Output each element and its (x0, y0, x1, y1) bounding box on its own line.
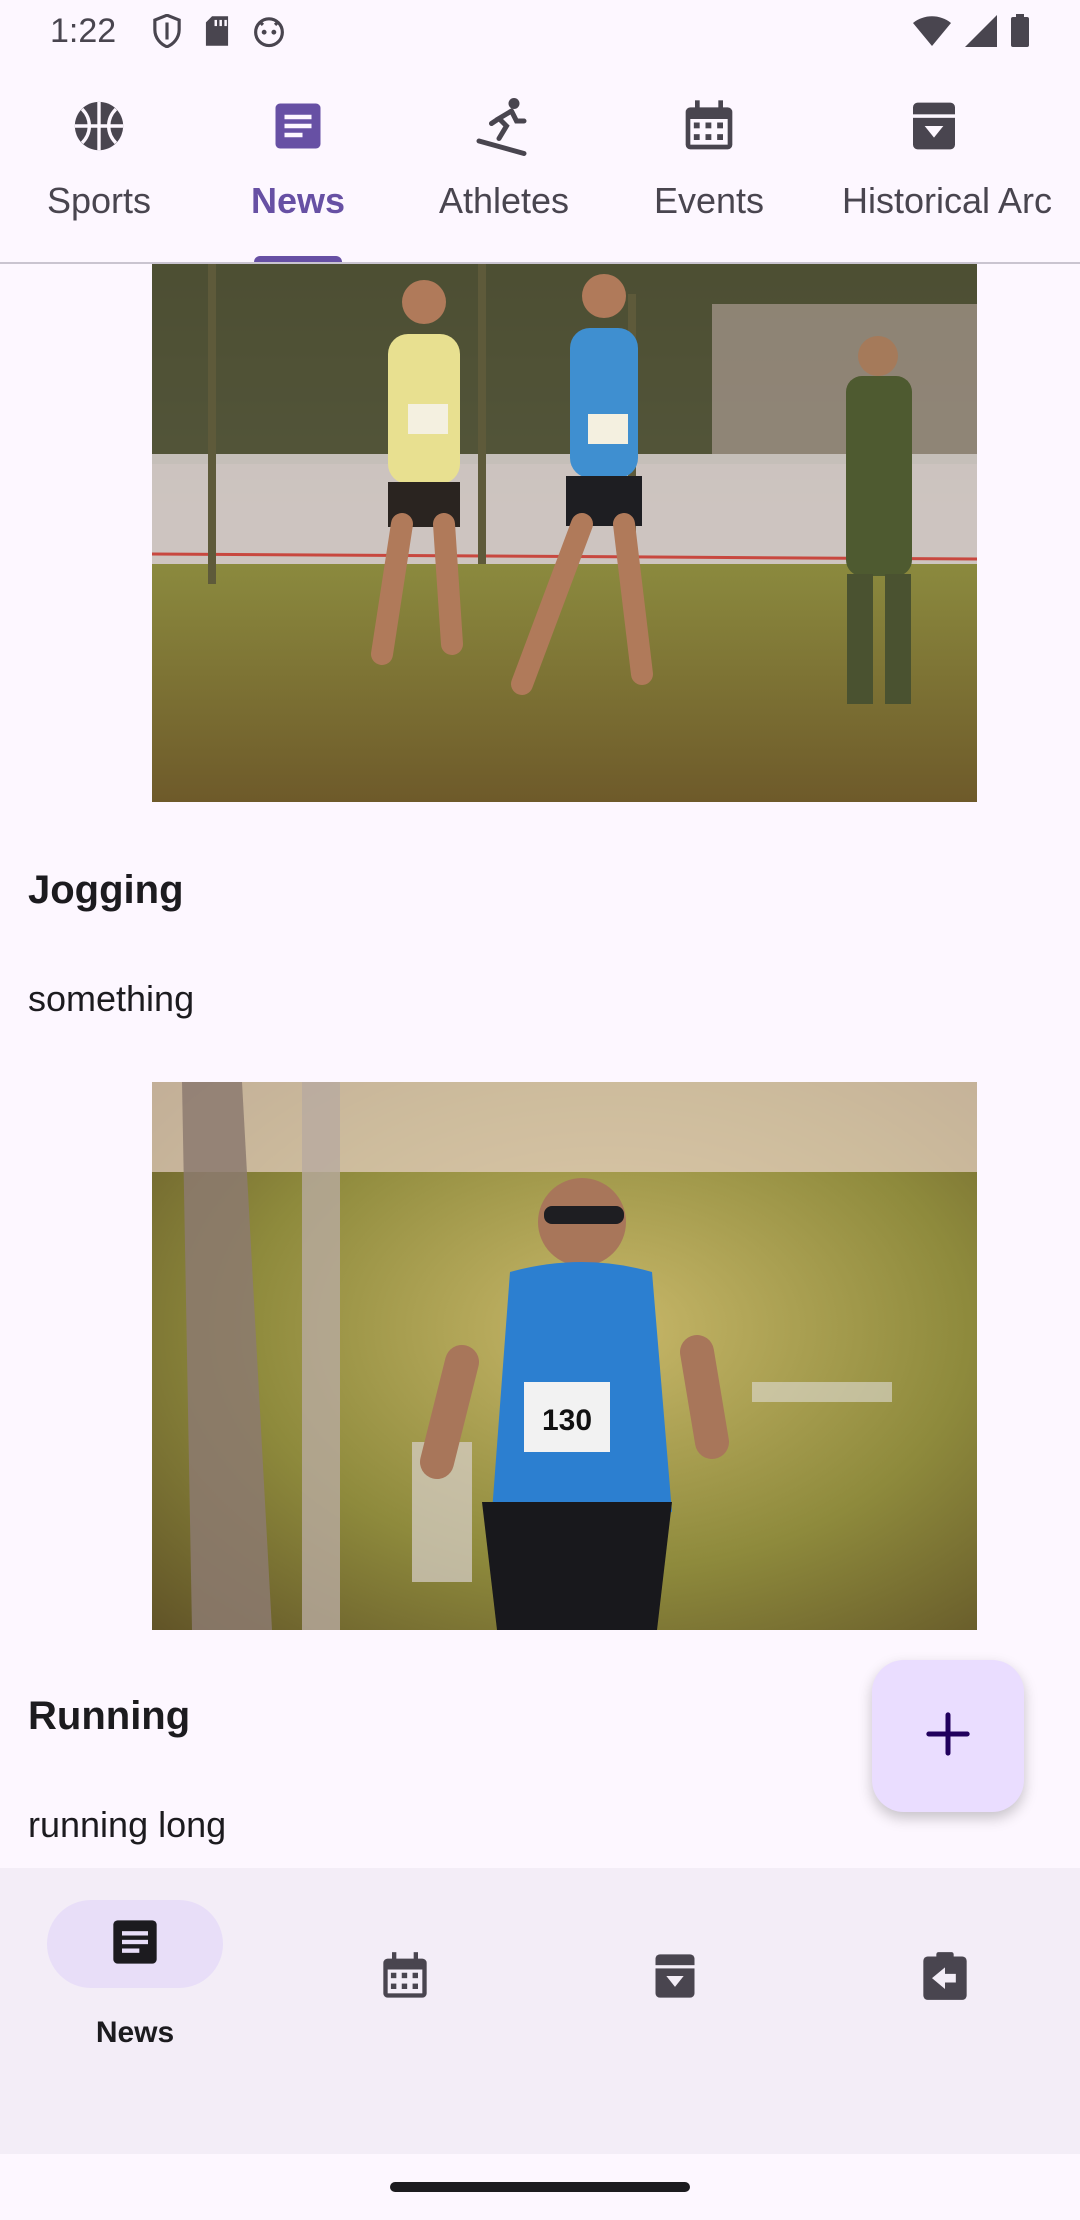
news-title: Running (28, 1694, 191, 1738)
article-icon (109, 1916, 161, 1973)
add-news-button[interactable] (872, 1660, 1024, 1812)
calendar-icon (379, 1949, 431, 2008)
status-time: 1:22 (50, 12, 117, 50)
bottom-navigation: News (0, 1868, 1080, 2154)
tab-historical-archive[interactable]: Historical Arc (820, 66, 1080, 262)
tab-sports[interactable]: Sports (0, 66, 198, 262)
active-tab-indicator (254, 256, 342, 262)
sd-card-icon (204, 15, 230, 52)
nav-events[interactable] (270, 1900, 540, 2060)
news-image-jogging[interactable] (152, 264, 977, 802)
skiing-icon (474, 96, 534, 156)
status-bar: 1:22 (0, 0, 1080, 66)
wifi-icon (912, 15, 952, 52)
archive-icon (906, 96, 962, 156)
news-title: Jogging (28, 868, 184, 912)
tab-events[interactable]: Events (616, 66, 802, 262)
assignment-return-icon (919, 1949, 971, 2008)
article-icon (271, 96, 325, 156)
svg-text:130: 130 (542, 1404, 592, 1437)
news-description: running long (28, 1804, 227, 1845)
gesture-handle[interactable] (390, 2182, 690, 2192)
news-image-running[interactable]: 130 (152, 1082, 977, 1630)
tab-news[interactable]: News (220, 66, 376, 262)
nav-archive[interactable] (540, 1900, 810, 2060)
news-description: something (28, 978, 195, 1019)
signal-icon (964, 14, 998, 53)
top-tab-bar: Sports News Athletes Events Historical A… (0, 66, 1080, 264)
android-head-icon (252, 14, 286, 53)
nav-assignment[interactable] (810, 1900, 1080, 2060)
battery-icon (1010, 14, 1030, 53)
nav-news[interactable]: News (0, 1900, 270, 2060)
archive-icon (649, 1950, 701, 2007)
shield-icon (152, 13, 182, 53)
basketball-icon (70, 96, 128, 156)
calendar-icon (681, 96, 737, 156)
news-list[interactable]: Jogging something 130 Running running lo… (0, 264, 1080, 1868)
tab-athletes[interactable]: Athletes (412, 66, 596, 262)
plus-icon (925, 1711, 971, 1762)
